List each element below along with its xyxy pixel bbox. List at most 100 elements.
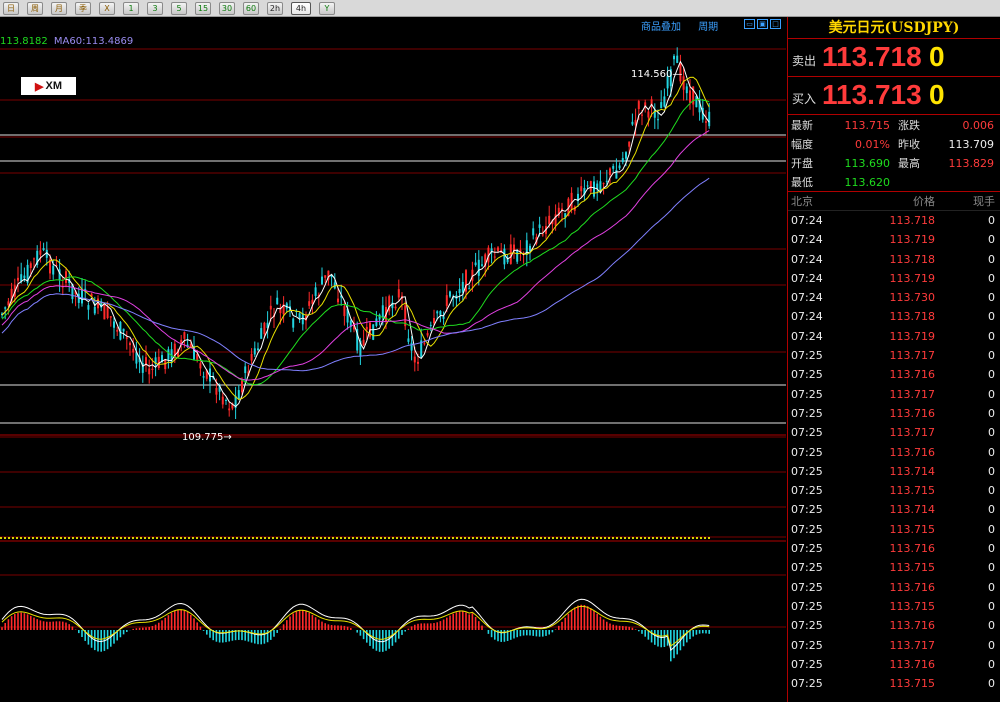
buy-price-row[interactable]: 买入 113.713 0: [788, 77, 1000, 115]
period-button[interactable]: 5: [171, 1, 187, 15]
candle-body: [260, 328, 263, 339]
period-button[interactable]: 2h: [267, 1, 283, 15]
ma-value: 113.8182: [0, 36, 48, 47]
sell-price-row[interactable]: 卖出 113.718 0: [788, 39, 1000, 77]
period-button[interactable]: 1: [123, 1, 139, 15]
tick-row: 07:24 113.719 0: [788, 269, 1000, 288]
period-button[interactable]: 月: [51, 1, 67, 15]
stat-label: 最新: [791, 119, 813, 132]
stat-value: 113.829: [948, 157, 995, 170]
period-toolbar: 日周月季 X 1 3 5 15 30 60 2h 4h Y: [0, 0, 1000, 17]
candle-body: [589, 181, 592, 192]
candle-body: [529, 245, 531, 252]
candle-body: [298, 313, 301, 318]
tick-row: 07:24 113.719 0: [788, 327, 1000, 346]
candle-body: [375, 318, 378, 326]
ma-line-yellow: [1, 76, 710, 401]
candle-body: [202, 376, 205, 378]
period-link[interactable]: 周期: [698, 22, 718, 33]
tick-price: 113.730: [889, 291, 936, 305]
candle-body: [641, 114, 643, 116]
tick-time: 07:25: [791, 464, 823, 478]
period-button[interactable]: 周: [27, 1, 43, 15]
tick-time: 07:24: [791, 291, 823, 305]
ticks-header-vol: 现手: [973, 195, 995, 208]
candle-body: [81, 288, 83, 304]
tick-price: 113.715: [889, 561, 936, 575]
candle-body: [689, 90, 691, 103]
tick-time: 07:25: [791, 599, 823, 613]
period-button[interactable]: 4h: [291, 1, 311, 15]
candle-body: [503, 248, 506, 265]
candle-body: [516, 250, 519, 262]
stat-label: 开盘: [791, 157, 813, 170]
tick-volume: 0: [988, 503, 995, 517]
candle-body: [215, 388, 218, 395]
tick-price: 113.715: [889, 484, 936, 498]
candle-body: [442, 316, 445, 319]
tick-time: 07:25: [791, 561, 823, 575]
candle-body: [125, 337, 128, 339]
tick-time: 07:24: [791, 310, 823, 324]
restore-icon[interactable]: ▣: [757, 19, 768, 29]
tick-row: 07:25 113.716 0: [788, 443, 1000, 462]
tick-row: 07:25 113.715 0: [788, 597, 1000, 616]
period-button[interactable]: 3: [147, 1, 163, 15]
tick-row: 07:24 113.719 0: [788, 230, 1000, 249]
period-button[interactable]: 60: [243, 1, 259, 15]
candle-body: [602, 183, 605, 185]
buy-label: 买入: [792, 92, 817, 106]
period-button[interactable]: Y: [319, 1, 335, 15]
candle-body: [605, 180, 608, 182]
tick-time: 07:25: [791, 542, 823, 556]
tick-volume: 0: [988, 387, 995, 401]
kline-chart-area[interactable]: 113.8182 MA60:113.4869 商品叠加 周期 ▭ ▣ □ ▶ XM…: [0, 17, 786, 702]
tick-volume: 0: [988, 368, 995, 382]
candle-body: [637, 101, 640, 110]
minimize-icon[interactable]: ▭: [744, 19, 755, 29]
period-button[interactable]: 30: [219, 1, 235, 15]
tick-volume: 0: [988, 464, 995, 478]
tick-price: 113.714: [889, 503, 936, 517]
candle-body: [705, 121, 707, 123]
low-price-value: 109.775: [182, 432, 224, 443]
tick-volume: 0: [988, 349, 995, 363]
overlay-link[interactable]: 商品叠加: [641, 22, 681, 33]
period-button[interactable]: 日: [3, 1, 19, 15]
tick-time: 07:25: [791, 368, 823, 382]
candle-body: [65, 271, 67, 283]
tick-row: 07:25 113.717 0: [788, 636, 1000, 655]
ma-legend: 113.8182 MA60:113.4869: [0, 36, 133, 47]
tick-volume: 0: [988, 599, 995, 613]
tick-time: 07:25: [791, 619, 823, 633]
maximize-icon[interactable]: □: [770, 19, 781, 29]
ticks-list[interactable]: 07:24 113.718 0 07:24 113.719 0 07:24 113.718 0 0…: [788, 211, 1000, 693]
stat-value: 113.709: [948, 138, 995, 151]
candle-body: [417, 361, 419, 364]
candle-body: [676, 55, 679, 63]
tick-volume: 0: [988, 484, 995, 498]
candle-body: [509, 244, 512, 264]
candle-body: [343, 306, 346, 317]
kline-chart[interactable]: [0, 17, 786, 702]
candle-body: [221, 396, 224, 405]
stat-label: 最高: [898, 157, 920, 170]
ticks-header: 北京 价格 现手: [788, 192, 1000, 211]
period-button[interactable]: 15: [195, 1, 211, 15]
candle-body: [39, 250, 42, 255]
tick-volume: 0: [988, 677, 995, 691]
stat-label: 幅度: [791, 138, 813, 151]
period-button[interactable]: X: [99, 1, 115, 15]
tick-price: 113.719: [889, 329, 936, 343]
tick-row: 07:25 113.715 0: [788, 674, 1000, 693]
candle-body: [4, 307, 7, 309]
candle-body: [321, 276, 323, 285]
candle-body: [42, 248, 45, 251]
ma-line-white: [1, 60, 710, 408]
tick-row: 07:25 113.716 0: [788, 365, 1000, 384]
tick-price: 113.716: [889, 406, 936, 420]
candle-body: [695, 96, 698, 108]
candle-body: [609, 168, 611, 175]
period-button[interactable]: 季: [75, 1, 91, 15]
candle-body: [292, 318, 295, 328]
